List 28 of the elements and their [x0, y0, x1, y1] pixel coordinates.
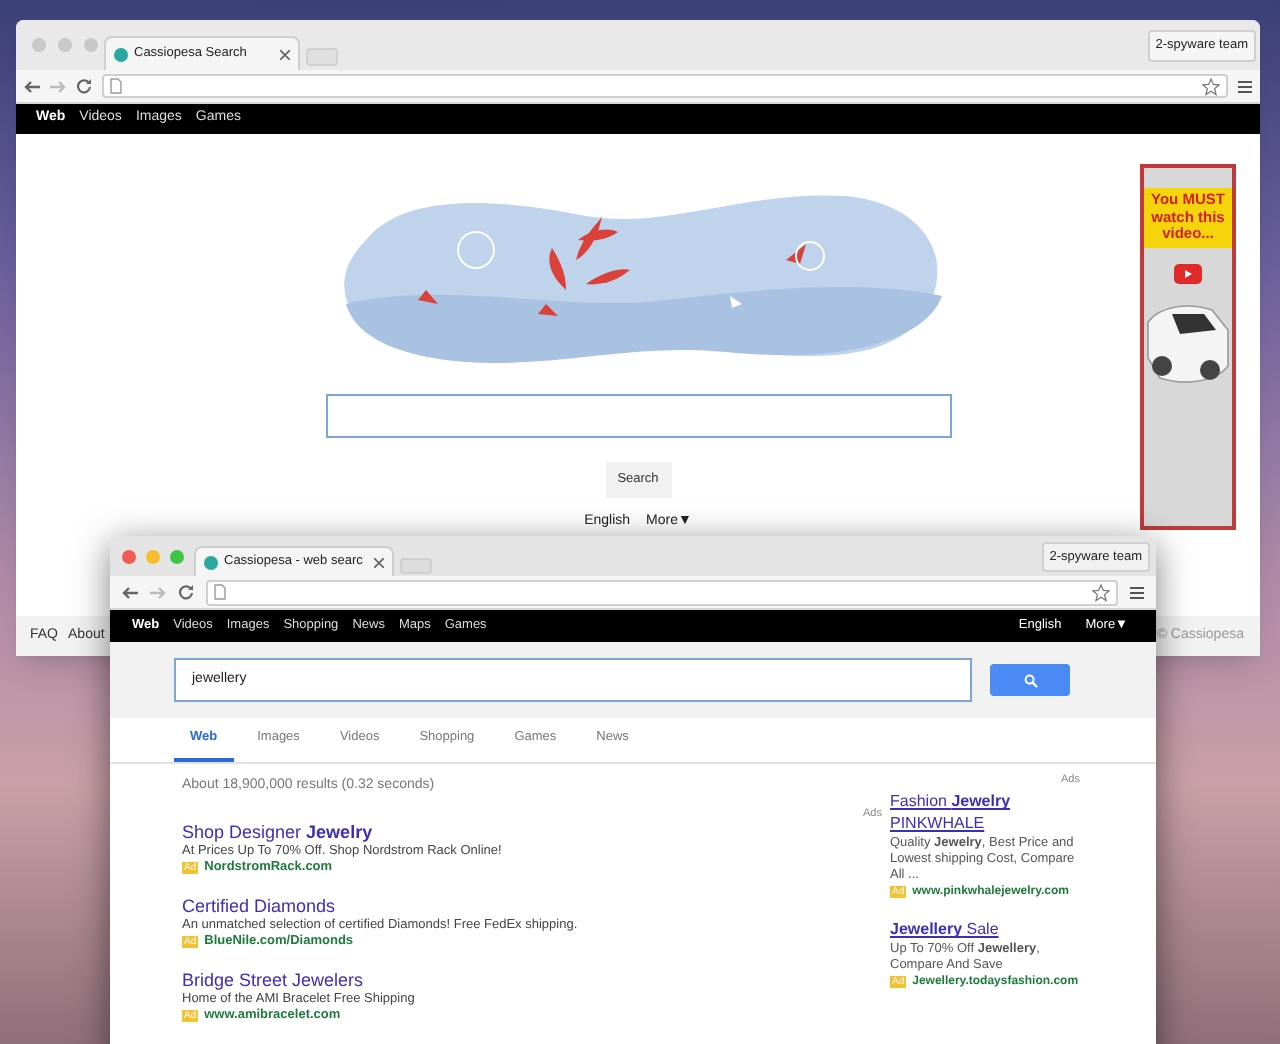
- minimize-window-icon[interactable]: [146, 550, 160, 564]
- menu-icon[interactable]: [1238, 79, 1252, 93]
- search-icon: [1023, 673, 1037, 687]
- play-icon: [1174, 263, 1202, 283]
- tab-favicon-icon: [114, 47, 128, 61]
- close-icon[interactable]: [280, 49, 290, 59]
- ad-title-link[interactable]: Fashion Jewelry PINKWHALE: [890, 790, 1080, 835]
- star-icon[interactable]: [1092, 583, 1110, 601]
- search-button[interactable]: [990, 664, 1070, 696]
- back-arrow-icon[interactable]: [24, 79, 40, 93]
- maximize-window-icon[interactable]: [170, 550, 184, 564]
- result-title-link[interactable]: Bridge Street Jewelers: [182, 969, 364, 992]
- star-icon[interactable]: [1202, 77, 1220, 95]
- menu-icon[interactable]: [1130, 585, 1144, 599]
- reload-icon[interactable]: [178, 584, 194, 600]
- search-field[interactable]: [325, 394, 951, 438]
- close-window-icon[interactable]: [122, 550, 136, 564]
- back-arrow-icon[interactable]: [122, 585, 138, 599]
- page-icon: [110, 78, 122, 94]
- reload-icon[interactable]: [76, 78, 92, 94]
- page-icon: [214, 584, 226, 600]
- result-title-link[interactable]: Certified Diamonds: [182, 895, 336, 918]
- tab-favicon-icon: [204, 555, 218, 569]
- forward-arrow-icon[interactable]: [150, 585, 166, 599]
- ad-title-link[interactable]: Jewellery Sale: [890, 918, 1080, 941]
- close-icon[interactable]: [374, 557, 384, 567]
- result-title-link[interactable]: Shop Designer Jewelry: [182, 821, 373, 844]
- forward-arrow-icon[interactable]: [50, 79, 66, 93]
